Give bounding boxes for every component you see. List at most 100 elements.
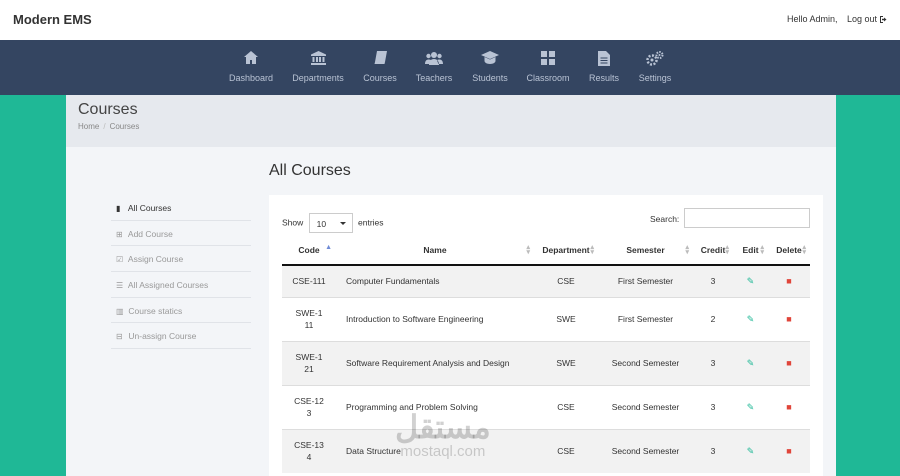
nav-label: Settings <box>638 73 672 83</box>
nav-label: Teachers <box>415 73 453 83</box>
nav-students[interactable]: Students <box>470 40 510 95</box>
sort-icon: ▴ ▾ <box>760 244 764 256</box>
column-header-department[interactable]: Department ▴ ▾ <box>534 235 598 266</box>
logout-label[interactable]: Log out <box>847 14 877 24</box>
cell-department: CSE <box>534 384 598 429</box>
header-label: Name <box>423 244 447 255</box>
cell-edit: ✎ <box>733 428 768 473</box>
nav-label: Dashboard <box>228 73 274 83</box>
nav-label: Results <box>588 73 619 83</box>
entries-value: 10 <box>316 219 327 229</box>
cell-name: Software Requirement Analysis and Design <box>336 340 534 385</box>
sidebar-item-unassign-course[interactable]: ⊟ Un-assign Course <box>111 323 251 350</box>
show-label: Show <box>282 217 304 228</box>
edit-icon[interactable]: ✎ <box>747 402 755 412</box>
column-header-edit[interactable]: Edit ▴ ▾ <box>733 235 768 266</box>
cell-delete: ■ <box>768 264 810 297</box>
nav-label: Students <box>472 73 508 83</box>
cell-name: Computer Fundamentals <box>336 264 534 297</box>
nav-teachers[interactable]: Teachers <box>414 40 454 95</box>
home-icon <box>227 51 275 69</box>
cell-credit: 3 <box>693 264 733 297</box>
nav-settings[interactable]: Settings <box>636 40 674 95</box>
trash-icon[interactable]: ■ <box>786 402 791 412</box>
nav-label: Classroom <box>526 73 570 83</box>
sort-icon: ▴ ▾ <box>725 244 729 256</box>
minus-square-icon: ⊟ <box>116 332 123 342</box>
edit-icon[interactable]: ✎ <box>747 446 755 456</box>
column-header-credit[interactable]: Credit ▴ ▾ <box>693 235 733 266</box>
nav-dashboard[interactable]: Dashboard <box>227 40 275 95</box>
cell-semester: First Semester <box>598 296 693 341</box>
entries-select[interactable]: 10 <box>308 213 353 233</box>
edit-icon[interactable]: ✎ <box>747 358 755 368</box>
cell-semester: Second Semester <box>598 340 693 385</box>
table-row: SWE-111 Introduction to Software Enginee… <box>282 296 810 341</box>
sidebar-item-all-assigned-courses[interactable]: ☰ All Assigned Courses <box>111 272 251 298</box>
plus-square-icon: ⊞ <box>116 229 123 239</box>
header-label: Semester <box>626 244 665 255</box>
sidebar-item-add-course[interactable]: ⊞ Add Course <box>111 221 251 247</box>
sidebar-label: Un-assign Course <box>128 331 197 342</box>
cell-credit: 2 <box>693 296 733 341</box>
sort-asc-icon: ▲ <box>325 244 332 251</box>
column-header-delete[interactable]: Delete ▴ ▾ <box>768 235 810 266</box>
top-bar: Modern EMS Hello Admin, Log out <box>0 0 900 40</box>
cell-department: SWE <box>534 296 598 341</box>
greeting-text: Hello Admin, <box>787 14 838 24</box>
cell-delete: ■ <box>768 384 810 429</box>
nav-classroom[interactable]: Classroom <box>525 40 571 95</box>
book-icon: ▮ <box>116 204 121 213</box>
page-title: Courses <box>78 101 138 118</box>
brand-title[interactable]: Modern EMS <box>13 12 92 27</box>
cell-delete: ■ <box>768 428 810 473</box>
trash-icon[interactable]: ■ <box>786 276 791 286</box>
column-header-name[interactable]: Name ▴ ▾ <box>336 235 534 266</box>
course-sidebar: ▮ All Courses ⊞ Add Course ☑ Assign Cour… <box>111 195 251 350</box>
cell-credit: 3 <box>693 384 733 429</box>
trash-icon[interactable]: ■ <box>786 314 791 324</box>
column-header-semester[interactable]: Semester ▴ ▾ <box>598 235 693 266</box>
cell-code: CSE-134 <box>282 428 336 473</box>
nav-departments[interactable]: Departments <box>291 40 345 95</box>
nav-courses[interactable]: Courses <box>361 40 399 95</box>
file-icon <box>587 51 621 69</box>
entries-label: entries <box>358 217 384 228</box>
cell-semester: Second Semester <box>598 428 693 473</box>
courses-table: Code ▲ Name ▴ ▾ Department ▴ ▾ Semester ▴ ▾ Cre… <box>282 235 810 473</box>
header-label: Credit <box>700 244 726 255</box>
book-icon <box>361 51 399 69</box>
entries-control: Show 10 entries <box>282 213 384 233</box>
search-input[interactable] <box>684 208 810 228</box>
sidebar-item-assign-course[interactable]: ☑ Assign Course <box>111 246 251 273</box>
sidebar-label: Assign Course <box>127 254 184 265</box>
header-label: Department <box>542 244 590 255</box>
column-header-code[interactable]: Code ▲ <box>282 235 336 266</box>
chevron-down-icon <box>339 222 346 225</box>
trash-icon[interactable]: ■ <box>786 358 791 368</box>
sidebar-item-all-courses[interactable]: ▮ All Courses <box>111 195 251 221</box>
sidebar-label: Course statics <box>128 305 183 316</box>
sort-icon: ▴ ▾ <box>526 244 530 256</box>
code-text: CSE-134 <box>294 440 324 463</box>
table-row: CSE-111 Computer Fundamentals CSE First … <box>282 264 810 297</box>
nav-results[interactable]: Results <box>587 40 621 95</box>
search-label: Search: <box>650 214 680 224</box>
check-square-icon: ☑ <box>116 255 124 265</box>
content-card: Courses Home / Courses ▮ All Courses ⊞ Add… <box>66 95 836 476</box>
edit-icon[interactable]: ✎ <box>747 276 755 286</box>
cell-credit: 3 <box>693 428 733 473</box>
cell-edit: ✎ <box>733 340 768 385</box>
sidebar-item-course-statics[interactable]: ▥ Course statics <box>111 298 251 324</box>
cell-code: CSE-123 <box>282 384 336 429</box>
trash-icon[interactable]: ■ <box>786 446 791 456</box>
graduation-cap-icon <box>470 51 510 69</box>
code-text: SWE-111 <box>295 308 323 330</box>
header-label: Code <box>298 244 320 255</box>
cell-semester: First Semester <box>598 264 693 297</box>
breadcrumb-home[interactable]: Home <box>78 122 99 131</box>
cell-department: CSE <box>534 428 598 473</box>
logout-link[interactable]: Log out <box>847 14 887 24</box>
edit-icon[interactable]: ✎ <box>747 314 755 324</box>
breadcrumb-current: Courses <box>109 122 140 131</box>
